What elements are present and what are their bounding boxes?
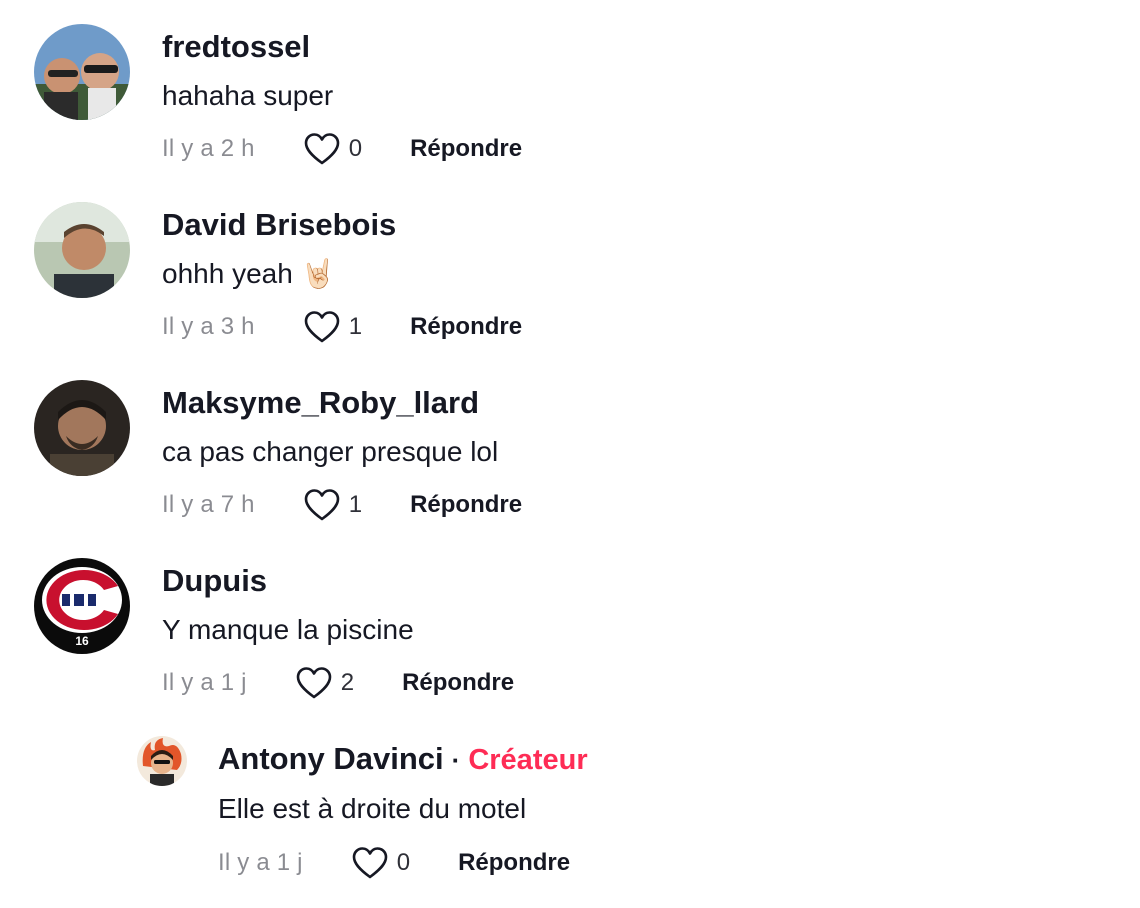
like-count: 0 [396, 849, 411, 876]
comment-text: Y manque la piscine [162, 614, 414, 645]
canadiens-logo-icon: 16 [34, 558, 130, 654]
like-count: 0 [348, 135, 363, 162]
reply-button[interactable]: Répondre [458, 849, 570, 877]
reply-button[interactable]: Répondre [410, 491, 522, 519]
like-button[interactable]: 0 [303, 132, 362, 166]
like-count: 1 [348, 313, 363, 340]
reply-button[interactable]: Répondre [410, 313, 522, 341]
comment-time: Il y a 7 h [162, 491, 255, 518]
creator-badge: Créateur [468, 744, 588, 776]
like-button[interactable]: 1 [303, 310, 362, 344]
avatar[interactable] [34, 380, 130, 476]
comment-username[interactable]: David Brisebois [162, 207, 396, 243]
like-button[interactable]: 2 [295, 666, 354, 700]
comment-time: Il y a 1 j [218, 849, 303, 876]
like-count: 2 [340, 669, 355, 696]
avatar[interactable] [137, 736, 187, 786]
comment-time: Il y a 2 h [162, 135, 255, 162]
svg-text:16: 16 [75, 634, 89, 648]
heart-outline-icon [304, 489, 340, 521]
comment-meta: Il y a 2 h 0 Répondre [162, 132, 522, 166]
like-count: 1 [348, 491, 363, 518]
comment-username[interactable]: fredtossel [162, 29, 310, 65]
comment-username[interactable]: Dupuis [162, 563, 267, 599]
like-button[interactable]: 1 [303, 488, 362, 522]
heart-outline-icon [304, 133, 340, 165]
comment-meta: Il y a 7 h 1 Répondre [162, 488, 522, 522]
separator-dot: · [451, 745, 461, 775]
comment-meta: Il y a 1 j 2 Répondre [162, 666, 514, 700]
comment-meta: Il y a 3 h 1 Répondre [162, 310, 522, 344]
comment-text: hahaha super [162, 80, 334, 111]
heart-outline-icon [304, 311, 340, 343]
user-photo-icon [34, 24, 130, 120]
user-illustration-icon [137, 736, 187, 786]
comment-time: Il y a 1 j [162, 669, 247, 696]
comment-meta: Il y a 1 j 0 Répondre [218, 846, 570, 880]
reply-button[interactable]: Répondre [402, 669, 514, 697]
comment-text: ca pas changer presque lol [162, 436, 499, 467]
avatar[interactable] [34, 202, 130, 298]
comment-text: ohhh yeah 🤘🏻 [162, 258, 336, 289]
user-photo-icon [34, 380, 130, 476]
user-photo-icon [34, 202, 130, 298]
avatar[interactable] [34, 24, 130, 120]
reply-username[interactable]: Antony Davinci [218, 741, 444, 777]
comment-username[interactable]: Maksyme_Roby_llard [162, 385, 479, 421]
avatar[interactable]: 16 [34, 558, 130, 654]
comment-time: Il y a 3 h [162, 313, 255, 340]
like-button[interactable]: 0 [351, 846, 410, 880]
heart-outline-icon [296, 667, 332, 699]
comment-username[interactable]: Antony Davinci · Créateur [218, 741, 588, 778]
heart-outline-icon [352, 847, 388, 879]
comment-text: Elle est à droite du motel [218, 793, 527, 824]
reply-button[interactable]: Répondre [410, 135, 522, 163]
